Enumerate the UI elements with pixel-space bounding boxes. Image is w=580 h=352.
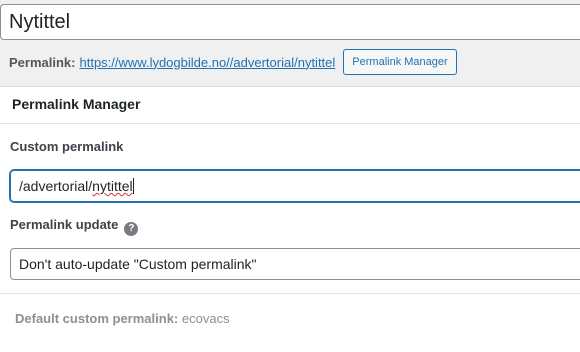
permalink-row: Permalink: https://www.lydogbilde.no//ad… xyxy=(9,49,457,75)
permalink-label: Permalink: xyxy=(9,54,76,70)
editor-screen: Nytittel Permalink: https://www.lydogbil… xyxy=(0,0,580,352)
permalink-update-label: Permalink update xyxy=(10,217,119,232)
permalink-manager-button[interactable]: Permalink Manager xyxy=(343,49,457,75)
default-permalink-label: Default custom permalink: xyxy=(15,311,179,326)
permalink-update-select[interactable]: Don't auto-update "Custom permalink" xyxy=(10,248,580,280)
default-permalink-note: Default custom permalink: ecovacs xyxy=(15,311,230,326)
permalink-update-label-row: Permalink update? xyxy=(10,217,139,236)
custom-permalink-label: Custom permalink xyxy=(10,139,124,154)
permalink-manager-panel: Permalink Manager Custom permalink /adve… xyxy=(0,86,580,352)
panel-heading: Permalink Manager xyxy=(0,87,580,124)
post-title-input[interactable]: Nytittel xyxy=(0,4,580,40)
custom-permalink-input[interactable]: /advertorial/nytittel xyxy=(10,170,580,202)
default-permalink-value: ecovacs xyxy=(181,311,230,326)
text-caret xyxy=(132,178,134,194)
custom-permalink-word: nytittel xyxy=(92,178,133,194)
panel-divider xyxy=(0,293,580,294)
question-icon[interactable]: ? xyxy=(124,222,139,236)
permalink-url-link[interactable]: https://www.lydogbilde.no//advertorial/n… xyxy=(79,55,335,70)
custom-permalink-prefix: /advertorial/ xyxy=(19,178,93,194)
